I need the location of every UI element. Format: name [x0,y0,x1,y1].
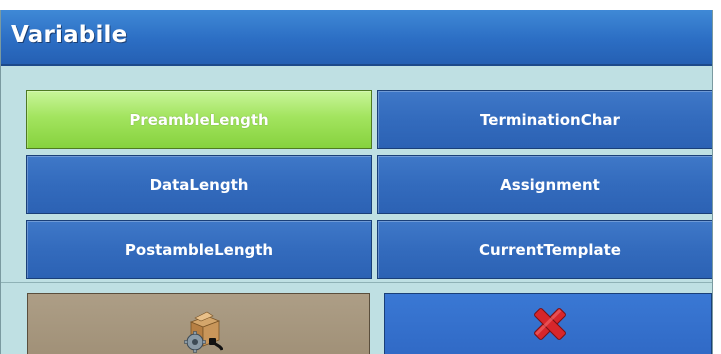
variable-button-label: PostambleLength [124,240,274,259]
cancel-x-icon [534,308,566,340]
variable-button-label: TerminationChar [480,110,620,129]
variable-button-preamble-length[interactable]: PreambleLength [26,90,372,149]
page-title: Variabile [11,22,128,48]
variable-button-current-template[interactable]: CurrentTemplate [377,220,712,279]
setup-box-gear-icon [184,311,223,353]
cancel-softkey[interactable] [384,293,712,354]
variable-grid: PreambleLength TerminationChar DataLengt… [1,66,712,279]
variable-button-label: CurrentTemplate [479,240,621,259]
variable-button-data-length[interactable]: DataLength [26,155,372,214]
variable-button-postamble-length[interactable]: PostambleLength [26,220,372,279]
variable-button-termination-char[interactable]: TerminationChar [377,90,712,149]
setup-softkey[interactable] [27,293,370,354]
variable-button-label: PreambleLength [129,110,269,129]
variable-button-label: Assignment [500,175,600,194]
variable-button-label: DataLength [149,175,249,194]
variable-button-assignment[interactable]: Assignment [377,155,712,214]
variable-screen: Variabile PreambleLength TerminationChar… [0,10,713,354]
title-bar: Variabile [1,10,712,66]
softkey-bar [1,282,712,354]
